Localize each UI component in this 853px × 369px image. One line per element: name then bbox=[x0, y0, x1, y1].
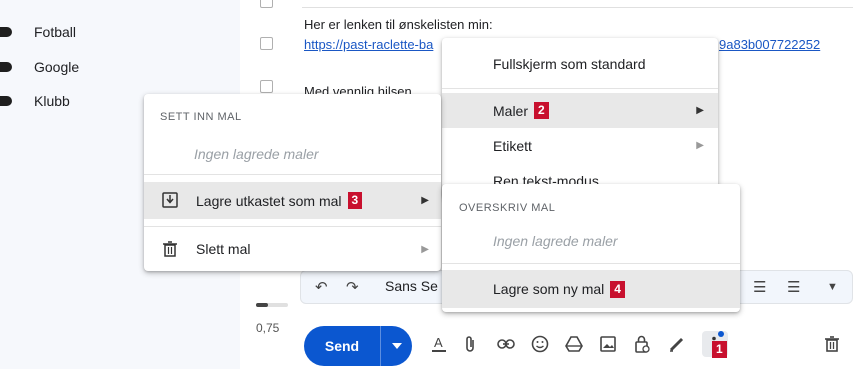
confidential-mode-icon[interactable] bbox=[632, 334, 652, 354]
svg-text:A: A bbox=[434, 335, 443, 350]
sidebar-item-klubb[interactable]: Klubb bbox=[0, 89, 70, 113]
row-checkbox[interactable] bbox=[260, 37, 273, 50]
storage-bar bbox=[256, 303, 288, 307]
bulleted-list-icon[interactable]: ☰ bbox=[787, 278, 800, 296]
more-options-dot bbox=[718, 331, 724, 337]
empty-templates-text: Ingen lagrede maler bbox=[194, 146, 319, 162]
more-options-menu: Fullskjerm som standard Maler 2 ▶ Etiket… bbox=[442, 38, 718, 198]
send-button[interactable]: Send bbox=[304, 326, 412, 366]
step-badge-4: 4 bbox=[610, 280, 625, 298]
storage-meter: 0,75 bbox=[240, 285, 288, 369]
save-as-new-template-item[interactable]: Lagre som ny mal 4 bbox=[442, 270, 740, 308]
step-badge-1: 1 bbox=[712, 341, 727, 358]
drive-icon[interactable] bbox=[564, 334, 584, 354]
label-icon bbox=[0, 27, 12, 37]
wishlist-link-end[interactable]: 9a83b007722252 bbox=[719, 37, 820, 52]
step-badge-3: 3 bbox=[347, 192, 363, 209]
row-checkbox[interactable] bbox=[260, 80, 273, 93]
sidebar-item-google[interactable]: Google bbox=[0, 55, 79, 79]
submenu-arrow-icon: ▶ bbox=[421, 243, 429, 255]
storage-bar-fill bbox=[256, 303, 268, 307]
emoji-icon[interactable] bbox=[530, 334, 550, 354]
delete-template-item[interactable]: Slett mal ▶ bbox=[144, 232, 441, 266]
body-line: Her er lenken til ønskelisten min: bbox=[304, 17, 493, 32]
redo-icon[interactable]: ↷ bbox=[346, 278, 359, 296]
save-draft-as-template-item[interactable]: Lagre utkastet som mal 3 ▶ bbox=[144, 182, 441, 219]
send-label: Send bbox=[324, 338, 360, 354]
menu-item-templates[interactable]: Maler 2 ▶ bbox=[442, 93, 718, 128]
send-options-icon[interactable] bbox=[381, 343, 412, 349]
overwrite-template-menu: OVERSKRIV MAL Ingen lagrede maler Lagre … bbox=[442, 184, 740, 312]
attach-icon[interactable] bbox=[460, 334, 480, 354]
delete-draft-icon[interactable] bbox=[822, 334, 842, 354]
menu-header: SETT INN MAL bbox=[160, 111, 242, 123]
sidebar-item-fotball[interactable]: Fotball bbox=[0, 20, 76, 44]
submenu-arrow-icon: ▶ bbox=[421, 195, 429, 206]
sidebar-item-label: Fotball bbox=[34, 24, 77, 40]
sidebar-item-label: Google bbox=[34, 59, 80, 75]
trash-icon bbox=[163, 241, 177, 260]
sidebar-item-label: Klubb bbox=[34, 93, 70, 109]
menu-item-label: Lagre utkastet som mal bbox=[196, 192, 342, 209]
empty-templates-text: Ingen lagrede maler bbox=[493, 233, 618, 249]
menu-divider bbox=[144, 226, 441, 227]
row-checkbox[interactable] bbox=[260, 0, 273, 8]
photo-icon[interactable] bbox=[598, 334, 618, 354]
divider bbox=[302, 7, 853, 8]
menu-item-fullscreen[interactable]: Fullskjerm som standard bbox=[442, 44, 718, 84]
signature-icon[interactable] bbox=[666, 334, 686, 354]
templates-menu: SETT INN MAL Ingen lagrede maler Lagre u… bbox=[144, 94, 441, 271]
font-select[interactable]: Sans Se bbox=[385, 278, 438, 294]
menu-divider bbox=[144, 174, 441, 175]
menu-divider bbox=[442, 263, 740, 264]
step-badge-2: 2 bbox=[534, 102, 549, 119]
menu-divider bbox=[442, 88, 718, 89]
link-icon[interactable] bbox=[496, 334, 516, 354]
menu-item-label: Lagre som ny mal bbox=[493, 281, 605, 297]
wishlist-link[interactable]: https://past-raclette-ba bbox=[304, 37, 433, 52]
menu-item-label: Maler bbox=[493, 102, 529, 119]
more-formatting-icon[interactable]: ▼ bbox=[827, 281, 838, 293]
label-icon bbox=[0, 96, 12, 106]
save-template-icon bbox=[162, 192, 178, 211]
text-format-icon[interactable]: A bbox=[429, 334, 449, 354]
menu-item-label: Etikett bbox=[493, 137, 532, 154]
undo-icon[interactable]: ↶ bbox=[315, 278, 328, 296]
storage-text: 0,75 bbox=[256, 321, 280, 335]
menu-header: OVERSKRIV MAL bbox=[459, 202, 556, 214]
submenu-arrow-icon: ▶ bbox=[696, 105, 704, 116]
numbered-list-icon[interactable]: ☰ bbox=[753, 278, 766, 296]
submenu-arrow-icon: ▶ bbox=[696, 140, 704, 151]
menu-item-label-tag[interactable]: Etikett ▶ bbox=[442, 128, 718, 163]
menu-item-label: Fullskjerm som standard bbox=[493, 56, 646, 72]
label-icon bbox=[0, 62, 12, 72]
menu-item-label: Slett mal bbox=[196, 241, 251, 257]
